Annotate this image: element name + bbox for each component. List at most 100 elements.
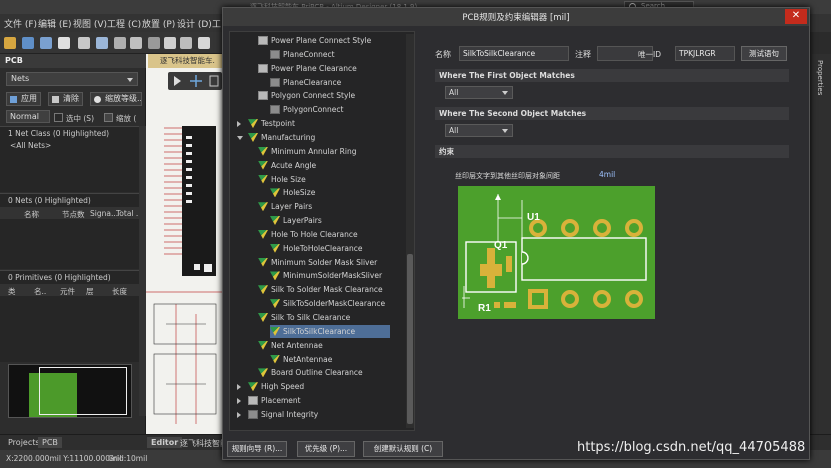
menu-edit[interactable]: 编辑 (E) [38,17,72,30]
highlight-mode-select[interactable]: Normal [6,110,50,123]
expand-icon[interactable] [237,384,241,391]
rule-tree-item[interactable]: Silk To Silk Clearance [258,311,350,324]
open-icon[interactable] [4,37,16,49]
col-nodes[interactable]: 节点数 [62,209,85,220]
rubber-stamp-icon[interactable] [198,37,210,49]
pin-icon[interactable] [130,37,142,49]
properties-tab-label[interactable]: Properties [816,60,824,95]
rule-tree-item[interactable]: Acute Angle [258,159,316,172]
close-button[interactable]: ✕ [785,9,807,24]
zoom-level-button[interactable]: 缩放等级... [90,92,142,106]
clearance-value[interactable]: 4mil [599,170,615,179]
rule-wizard-button[interactable]: 规则向导 (R)... [227,441,287,457]
col-signal[interactable]: Signa... [90,209,118,218]
rule-tree-item[interactable]: PlaneConnect [270,48,335,61]
rule-tree-item[interactable]: Testpoint [237,117,295,130]
editor-active-bar[interactable] [168,72,222,90]
rule-tree-item[interactable]: SilkToSolderMaskClearance [270,297,385,310]
rule-tree-item[interactable]: SilkToSilkClearance [270,324,390,338]
collapse-icon[interactable] [237,135,243,140]
rule-tree-item[interactable]: HoleSize [270,186,315,199]
first-object-header: Where The First Object Matches [435,69,789,82]
menu-more[interactable]: 工 [212,17,221,30]
rule-tree-item[interactable]: Hole To Hole Clearance [258,228,358,241]
col-name[interactable]: 名称 [24,209,39,220]
unique-id-label: 唯一ID [638,50,661,59]
rule-tree-item[interactable]: Polygon Connect Style [258,89,355,102]
board-minimap[interactable] [8,364,132,418]
scrollbar-thumb[interactable] [407,254,413,424]
zoom-checkbox-label: 缩放 ( [116,114,137,123]
rule-tree-item[interactable]: High Speed [237,380,304,393]
rule-tree-item[interactable]: Power Plane Connect Style [258,34,371,47]
dialog-titlebar[interactable]: PCB规则及约束编辑器 [mil] ✕ [223,8,809,26]
rule-tree-item[interactable]: Power Plane Clearance [258,62,357,75]
expand-icon[interactable] [237,121,241,128]
zoom-area-icon[interactable] [96,37,108,49]
menu-design[interactable]: 设计 (D) [177,17,212,30]
menu-view[interactable]: 视图 (V) [73,17,107,30]
net-class-item[interactable]: <All Nets> [10,141,51,150]
signal-icon [248,409,258,419]
rule-name-label: 名称 [435,50,451,59]
priorities-button[interactable]: 优先级 (P)... [297,441,355,457]
rule-tree-item[interactable]: Manufacturing [237,131,315,144]
first-object-select[interactable]: All [445,86,513,99]
rule-tree-item[interactable]: LayerPairs [270,214,322,227]
rule-tree-item[interactable]: PolygonConnect [270,103,343,116]
rules-tree-scrollbar[interactable] [406,34,414,428]
tab-pcb[interactable]: PCB [38,437,62,448]
save-icon[interactable] [22,37,34,49]
rule-tree-item[interactable]: Board Outline Clearance [258,366,363,379]
zoom-checkbox[interactable] [104,113,113,122]
rule-tree-item[interactable]: HoleToHoleClearance [270,242,362,255]
rule-tree-item[interactable]: Silk To Solder Mask Clearance [258,283,383,296]
col-class[interactable]: 类 [8,286,16,297]
unique-id-input[interactable]: TPKJLRGR [675,46,735,61]
col-component[interactable]: 元件 [60,286,75,297]
rule-tree-item[interactable]: Net Antennae [258,339,323,352]
rule-tree-item[interactable]: NetAntennae [270,353,332,366]
rule-tree-item[interactable]: Minimum Annular Ring [258,145,357,158]
minimap-viewport[interactable] [39,367,127,415]
expand-icon[interactable] [237,411,241,418]
paste-icon[interactable] [180,37,192,49]
rule-tree-item[interactable]: MinimumSolderMaskSliver [270,269,382,282]
cut-icon[interactable] [148,37,160,49]
menu-place[interactable]: 放置 (P) [142,17,175,30]
rule-tree-item[interactable]: Placement [237,394,301,407]
primitives-columns: 类 名.. 元件 层 长度 [0,284,139,296]
rule-name-input[interactable]: SilkToSilkClearance [459,46,569,61]
col-layer[interactable]: 层 [86,286,94,297]
col-primitive-name[interactable]: 名.. [34,286,46,297]
rule-tree-item[interactable]: Signal Integrity [237,408,318,421]
pcb-panel-scrollbar[interactable] [139,126,146,416]
rule-tree-item[interactable]: Minimum Solder Mask Sliver [258,256,377,269]
document-tab[interactable]: 逐飞科技智能车. [148,54,222,68]
rule-tree-item[interactable]: PlaneClearance [270,76,341,89]
rule-tree-item[interactable]: Layer Pairs [258,200,312,213]
print-icon[interactable] [58,37,70,49]
expand-icon[interactable] [237,398,241,405]
properties-sidebar[interactable]: Properties [812,54,831,434]
menu-file[interactable]: 文件 (F) [4,17,37,30]
magnifier-icon [94,96,101,103]
clear-button[interactable]: 清除 [48,92,83,106]
zoom-icon[interactable] [78,37,90,49]
save-all-icon[interactable] [40,37,52,49]
rule-tree-item-label: Silk To Solder Mask Clearance [271,285,383,295]
rule-tree-item-label: NetAntennae [283,354,333,364]
pcb-mode-select[interactable]: Nets [6,72,138,86]
menu-project[interactable]: 工程 (C) [107,17,141,30]
test-query-button[interactable]: 测试语句 [741,46,787,61]
rule-tree-item[interactable]: Hole Size [258,173,306,186]
apply-button[interactable]: 应用 [6,92,41,106]
rule-icon [258,368,268,378]
select-checkbox[interactable] [54,113,63,122]
rule-tree-item-label: Minimum Solder Mask Sliver [271,257,378,267]
copy-icon[interactable] [164,37,176,49]
create-default-rules-button[interactable]: 创建默认规则 (C) [363,441,443,457]
measure-icon[interactable] [114,37,126,49]
col-length[interactable]: 长度 [112,286,127,297]
second-object-select[interactable]: All [445,124,513,137]
